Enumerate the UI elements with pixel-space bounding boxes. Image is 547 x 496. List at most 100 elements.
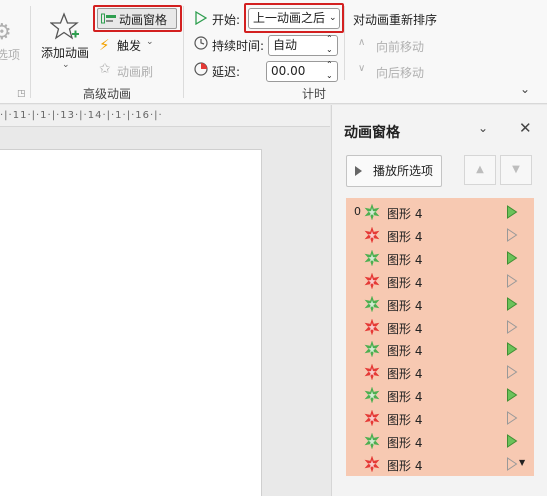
animation-painter-icon: ✩ bbox=[99, 61, 111, 77]
entrance-effect-icon bbox=[364, 204, 380, 220]
horizontal-ruler: ·|·11·|·1·|·13·|·14·|·1·|·16·|· bbox=[0, 105, 330, 127]
timing-bar-icon bbox=[506, 205, 518, 219]
timing-bar-icon bbox=[506, 319, 518, 334]
duration-spinner[interactable]: 自动 ⌃ ⌄ bbox=[268, 33, 338, 56]
animation-item-label: 图形 4 bbox=[387, 367, 423, 382]
animation-pane-button[interactable]: 动画窗格 bbox=[97, 8, 177, 29]
play-selected-button[interactable]: 播放所选项 bbox=[346, 155, 442, 187]
start-triangle-icon bbox=[195, 11, 207, 25]
animation-item[interactable]: 图形 4 bbox=[346, 247, 534, 270]
play-selected-label: 播放所选项 bbox=[373, 164, 434, 178]
timing-bar-icon bbox=[506, 296, 518, 311]
pane-title: 动画窗格 bbox=[344, 125, 400, 141]
chevron-down-icon: ∨ bbox=[358, 63, 366, 74]
animation-pane-label: 动画窗格 bbox=[119, 13, 168, 27]
clock-icon bbox=[194, 36, 208, 50]
exit-effect-icon bbox=[364, 226, 380, 243]
effect-options-label[interactable]: 选项 bbox=[0, 46, 20, 63]
entrance-effect-icon bbox=[364, 387, 380, 404]
trigger-lightning-icon: ⚡ bbox=[99, 36, 110, 54]
timing-group-label: 计时 bbox=[302, 87, 327, 101]
duration-value: 自动 bbox=[273, 38, 298, 52]
animation-item[interactable]: 图形 4 bbox=[346, 316, 534, 339]
animation-item-label: 图形 4 bbox=[387, 436, 423, 450]
play-icon bbox=[355, 166, 362, 176]
animation-item[interactable]: 图形 4 bbox=[346, 384, 534, 407]
add-animation-button[interactable]: 添加动画 bbox=[41, 44, 89, 61]
move-down-button[interactable]: ▼ bbox=[500, 155, 532, 185]
animation-list[interactable]: 0 图形 4 图形 4 图形 4 图形 4 图形 4 图形 4 图形 4 图形 4 图形 4 图形 … bbox=[346, 198, 534, 476]
pane-options-chevron-icon[interactable]: ⌄ bbox=[478, 121, 488, 135]
entrance-effect-icon bbox=[364, 249, 380, 266]
timing-bar-icon bbox=[506, 250, 518, 265]
animation-item-label: 图形 4 bbox=[387, 321, 423, 336]
spinner-arrows-icon[interactable]: ⌃ ⌄ bbox=[326, 33, 333, 55]
effect-options-gear-icon[interactable]: ⚙ bbox=[0, 20, 12, 45]
animation-item-label: 图形 4 bbox=[387, 458, 423, 473]
timing-bar-icon bbox=[506, 227, 518, 242]
entrance-effect-icon bbox=[364, 341, 380, 358]
chevron-down-icon: ⌄ bbox=[329, 13, 337, 23]
item-dropdown-icon[interactable]: ▼ bbox=[519, 458, 525, 467]
animation-item-label: 图形 4 bbox=[387, 390, 423, 405]
start-dropdown[interactable]: 上一动画之后 ⌄ bbox=[248, 8, 340, 29]
animation-item[interactable]: 0 图形 4 bbox=[346, 201, 534, 224]
animation-item-label: 图形 4 bbox=[387, 413, 423, 428]
animation-item-label: 图形 4 bbox=[387, 207, 423, 221]
delay-spinner[interactable]: 00.00 ⌃ ⌄ bbox=[266, 59, 338, 82]
add-animation-chevron-icon[interactable]: ⌄ bbox=[62, 60, 70, 70]
exit-effect-icon bbox=[364, 272, 380, 289]
start-label: 开始: bbox=[212, 13, 241, 27]
move-up-button[interactable]: ▲ bbox=[464, 155, 496, 185]
reorder-title: 对动画重新排序 bbox=[353, 13, 438, 27]
animation-item-label: 图形 4 bbox=[387, 344, 423, 359]
animation-item[interactable]: 图形 4 bbox=[346, 361, 534, 384]
add-animation-star-icon[interactable] bbox=[50, 12, 80, 42]
delay-value: 00.00 bbox=[271, 64, 306, 78]
animation-item[interactable]: 图形 4 bbox=[346, 430, 534, 453]
animation-item-number: 0 bbox=[354, 205, 361, 218]
timing-bar-icon bbox=[506, 273, 518, 288]
timing-bar-icon bbox=[506, 388, 518, 403]
trigger-button[interactable]: 触发 bbox=[117, 37, 141, 54]
animation-item[interactable]: 图形 4 bbox=[346, 293, 534, 316]
timing-bar-icon bbox=[506, 342, 518, 357]
entrance-effect-icon bbox=[364, 295, 380, 312]
animation-item[interactable]: 图形 4 bbox=[346, 224, 534, 247]
delay-clock-icon bbox=[194, 62, 208, 76]
chevron-up-icon: ∧ bbox=[358, 37, 366, 48]
animation-item-label: 图形 4 bbox=[387, 275, 423, 290]
animation-item[interactable]: 图形 4 bbox=[346, 407, 534, 430]
timing-bar-icon bbox=[506, 434, 518, 448]
duration-label: 持续时间: bbox=[212, 39, 265, 53]
entrance-effect-icon bbox=[364, 433, 380, 449]
start-dropdown-value: 上一动画之后 bbox=[253, 11, 326, 25]
ruler-marks: ·|·11·|·1·|·13·|·14·|·1·|·16·|· bbox=[0, 110, 163, 121]
advanced-animation-group-label: 高级动画 bbox=[83, 87, 132, 101]
exit-effect-icon bbox=[364, 455, 380, 472]
move-later-button[interactable]: 向后移动 bbox=[376, 64, 424, 81]
animation-item[interactable]: 图形 4 bbox=[346, 270, 534, 293]
animation-item-label: 图形 4 bbox=[387, 298, 423, 313]
animation-painter-button[interactable]: 动画刷 bbox=[117, 63, 153, 80]
animation-ribbon: ⚙ 选项 ◳ 添加动画 ⌄ 动画窗格 ⚡ 触发 ⌄ ✩ 动画刷 高级动画 开始:… bbox=[0, 0, 547, 104]
dialog-launcher-icon[interactable]: ◳ bbox=[17, 89, 26, 99]
exit-effect-icon bbox=[364, 364, 380, 381]
animation-item-label: 图形 4 bbox=[387, 229, 423, 244]
exit-effect-icon bbox=[364, 318, 380, 335]
animation-item[interactable]: 图形 4 bbox=[346, 338, 534, 361]
move-earlier-button[interactable]: 向前移动 bbox=[376, 38, 424, 55]
animation-pane-icon bbox=[101, 12, 117, 25]
animation-item[interactable]: 图形 4 ▼ bbox=[346, 453, 534, 476]
animation-item-label: 图形 4 bbox=[387, 252, 423, 267]
timing-bar-icon bbox=[506, 456, 518, 471]
slide-canvas[interactable] bbox=[0, 149, 262, 496]
collapse-ribbon-chevron-icon[interactable]: ⌄ bbox=[520, 82, 530, 96]
animation-pane: 动画窗格 ⌄ ✕ 播放所选项 ▲ ▼ 0 图形 4 图形 4 图形 4 图形 4 图形 4… bbox=[331, 105, 547, 496]
spinner-arrows-icon[interactable]: ⌃ ⌄ bbox=[326, 59, 333, 81]
exit-effect-icon bbox=[364, 410, 380, 427]
delay-label: 延迟: bbox=[212, 65, 241, 79]
timing-bar-icon bbox=[506, 411, 518, 426]
close-icon[interactable]: ✕ bbox=[519, 119, 532, 137]
trigger-chevron-icon[interactable]: ⌄ bbox=[146, 37, 154, 47]
